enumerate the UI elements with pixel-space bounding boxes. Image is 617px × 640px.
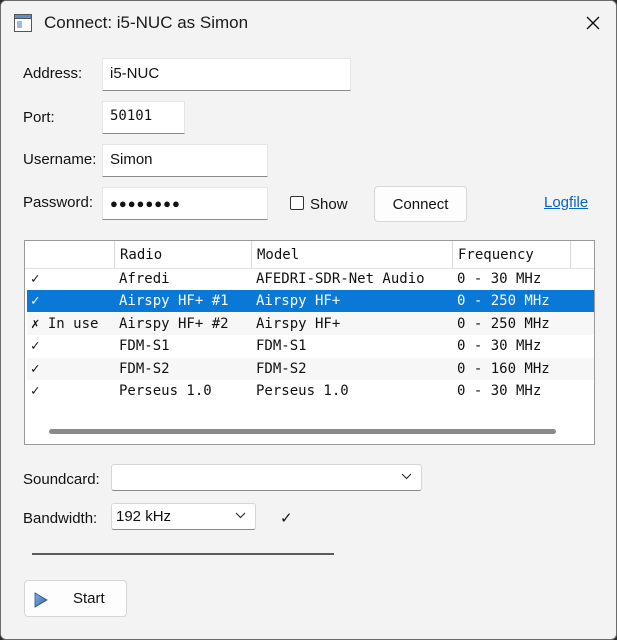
bandwidth-status: ✓ xyxy=(280,510,293,527)
logfile-link[interactable]: Logfile xyxy=(544,194,588,211)
row-model: Airspy HF+ xyxy=(256,293,341,309)
column-header-frequency[interactable]: Frequency xyxy=(453,241,571,268)
row-status: ✓ xyxy=(31,361,40,377)
row-radio: Perseus 1.0 xyxy=(119,383,212,399)
title-bar[interactable]: Connect: i5-NUC as Simon xyxy=(1,1,616,45)
row-radio: FDM-S1 xyxy=(119,338,170,354)
chevron-down-icon xyxy=(235,512,246,519)
row-status: ✓ xyxy=(31,271,40,287)
row-model: Perseus 1.0 xyxy=(256,383,349,399)
start-label: Start xyxy=(73,590,105,607)
column-header-status[interactable] xyxy=(25,241,115,268)
row-radio: Airspy HF+ #1 xyxy=(119,293,229,309)
bandwidth-label: Bandwidth: xyxy=(23,510,98,527)
table-header: Radio Model Frequency xyxy=(25,241,594,269)
row-frequency: 0 - 30 MHz xyxy=(457,383,542,399)
row-radio: Airspy HF+ #2 xyxy=(119,316,229,332)
progress-bar xyxy=(32,553,334,555)
table-row-selected[interactable]: ✓ Airspy HF+ #1 Airspy HF+ 0 - 250 MHz xyxy=(27,290,594,312)
table-row[interactable]: ✓ FDM-S2 FDM-S2 0 - 160 MHz xyxy=(27,358,594,380)
row-frequency: 0 - 160 MHz xyxy=(457,361,550,377)
row-frequency: 0 - 250 MHz xyxy=(457,316,550,332)
close-icon xyxy=(586,16,600,30)
row-radio: Afredi xyxy=(119,271,170,287)
close-button[interactable] xyxy=(570,1,616,45)
chevron-down-icon xyxy=(401,473,412,480)
table-row[interactable]: ✓ FDM-S1 FDM-S1 0 - 30 MHz xyxy=(27,335,594,357)
table-row[interactable]: ✓ Afredi AFEDRI-SDR-Net Audio 0 - 30 MHz xyxy=(27,268,594,290)
row-model: FDM-S2 xyxy=(256,361,307,377)
radio-table[interactable]: Radio Model Frequency ✓ Afredi AFEDRI-SD… xyxy=(24,240,595,445)
address-field[interactable]: i5-NUC xyxy=(102,58,351,91)
table-row[interactable]: ✗ In use Airspy HF+ #2 Airspy HF+ 0 - 25… xyxy=(27,313,594,335)
show-password-checkbox[interactable] xyxy=(290,196,304,210)
username-label: Username: xyxy=(23,151,97,168)
row-model: AFEDRI-SDR-Net Audio xyxy=(256,271,425,287)
connect-dialog: Connect: i5-NUC as Simon Address: i5-NUC… xyxy=(0,0,617,640)
show-password-label[interactable]: Show xyxy=(310,196,348,213)
row-frequency: 0 - 250 MHz xyxy=(457,293,550,309)
row-frequency: 0 - 30 MHz xyxy=(457,338,542,354)
port-field[interactable]: 50101 xyxy=(102,101,185,134)
row-frequency: 0 - 30 MHz xyxy=(457,271,542,287)
play-icon xyxy=(34,592,48,608)
row-status: ✓ xyxy=(31,293,40,309)
row-model: Airspy HF+ xyxy=(256,316,341,332)
password-field[interactable]: ●●●●●●●● xyxy=(102,187,268,220)
window-title: Connect: i5-NUC as Simon xyxy=(44,13,249,32)
connect-button[interactable]: Connect xyxy=(374,186,467,222)
bandwidth-dropdown[interactable]: 192 kHz xyxy=(111,503,256,530)
address-label: Address: xyxy=(23,65,83,82)
row-status: ✓ xyxy=(31,338,40,354)
username-field[interactable]: Simon xyxy=(102,144,268,177)
row-status: ✗ In use xyxy=(31,316,99,332)
column-header-radio[interactable]: Radio xyxy=(115,241,252,268)
column-header-model[interactable]: Model xyxy=(252,241,453,268)
password-label: Password: xyxy=(23,194,94,211)
row-status: ✓ xyxy=(31,383,40,399)
bandwidth-value: 192 kHz xyxy=(116,508,172,525)
start-button[interactable]: Start xyxy=(24,580,127,617)
table-row[interactable]: ✓ Perseus 1.0 Perseus 1.0 0 - 30 MHz xyxy=(27,380,594,402)
row-model: FDM-S1 xyxy=(256,338,307,354)
row-radio: FDM-S2 xyxy=(119,361,170,377)
app-window-icon xyxy=(14,14,32,32)
soundcard-label: Soundcard: xyxy=(23,471,100,488)
port-label: Port: xyxy=(23,109,55,126)
horizontal-scrollbar[interactable] xyxy=(49,429,556,434)
soundcard-dropdown[interactable] xyxy=(111,464,422,491)
